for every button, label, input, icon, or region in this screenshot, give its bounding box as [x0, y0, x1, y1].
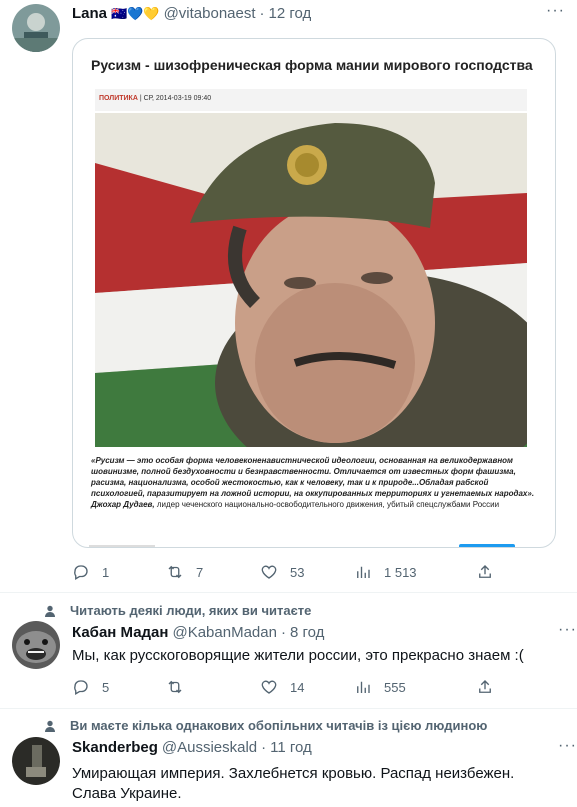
name-flags: 🇦🇺💙💛 — [111, 5, 160, 21]
retweet-button[interactable]: 7 — [166, 563, 260, 581]
timestamp[interactable]: 12 год — [269, 5, 312, 22]
article-category: ПОЛИТИКА — [99, 95, 138, 102]
reply-button[interactable]: 5 — [72, 678, 166, 696]
avatar-skanderbeg[interactable] — [12, 737, 60, 785]
tweet-header: Lana 🇦🇺💙💛 @vitabonaest · 12 год — [72, 5, 311, 22]
tweet-image[interactable]: Русизм - шизофреническая форма мании мир… — [72, 38, 556, 548]
share-button[interactable] — [476, 563, 494, 581]
views-button[interactable]: 555 — [354, 678, 476, 696]
retweet-icon — [168, 680, 182, 694]
tweet-skanderbeg[interactable]: Ви маєте кілька однакових обопільних чит… — [0, 709, 577, 807]
social-context: Ви маєте кілька однакових обопільних чит… — [44, 718, 487, 733]
reply-icon — [74, 565, 88, 580]
separator-dot: · — [280, 624, 286, 641]
share-icon — [479, 565, 491, 578]
share-icon — [479, 680, 491, 693]
display-name[interactable]: Lana — [72, 5, 107, 22]
username-handle[interactable]: @vitabonaest — [164, 5, 256, 22]
person-icon — [45, 605, 55, 617]
tweet-kaban[interactable]: Читають деякі люди, яких ви читаєте Каба… — [0, 593, 577, 708]
avatar-lana[interactable] — [12, 4, 60, 52]
tweet-text: Умирающая империя. Захлебнется кровью. Р… — [72, 765, 515, 802]
reply-button[interactable]: 1 — [72, 563, 166, 581]
quote-author-desc: лидер чеченского национально-освободител… — [156, 500, 500, 509]
analytics-icon — [357, 566, 370, 578]
social-context: Читають деякі люди, яких ви читаєте — [44, 603, 311, 618]
more-options-icon[interactable]: ··· — [546, 2, 565, 20]
more-options-icon[interactable]: ··· — [558, 737, 577, 755]
like-button[interactable]: 14 — [260, 678, 354, 696]
article-footer-button — [459, 544, 515, 547]
article-date: | СР, 2014-03-19 09:40 — [139, 95, 212, 102]
tweet-actions: 5 14 555 — [72, 678, 494, 696]
separator-dot: · — [259, 5, 265, 22]
views-count: 1 513 — [384, 564, 417, 580]
social-context-text: Ви маєте кілька однакових обопільних чит… — [70, 718, 488, 733]
analytics-icon — [357, 681, 370, 693]
article-meta: ПОЛИТИКА | СР, 2014-03-19 09:40 — [95, 89, 527, 111]
tweet-header: Skanderbeg @Aussieskald · 11 год — [72, 739, 312, 756]
username-handle[interactable]: @KabanMadan — [172, 624, 276, 641]
article-title: Русизм - шизофреническая форма мании мир… — [91, 57, 533, 73]
heart-icon — [261, 565, 277, 579]
display-name[interactable]: Кабан Мадан — [72, 624, 168, 641]
person-icon — [45, 720, 55, 732]
social-context-text: Читають деякі люди, яких ви читаєте — [70, 603, 312, 618]
timestamp[interactable]: 8 год — [290, 624, 324, 641]
tweet-actions: 1 7 53 1 513 — [72, 563, 494, 581]
article-photo — [95, 113, 527, 447]
retweet-icon — [168, 565, 182, 579]
views-button[interactable]: 1 513 — [354, 563, 476, 581]
retweet-count: 7 — [196, 564, 204, 580]
avatar-kaban[interactable] — [12, 621, 60, 669]
like-count: 14 — [290, 679, 305, 695]
quote-text: «Русизм — это особая форма человеконенав… — [91, 456, 535, 498]
timestamp[interactable]: 11 год — [270, 739, 312, 756]
like-count: 53 — [290, 564, 305, 580]
separator-dot: · — [261, 739, 267, 756]
quote-author: Джохар Дудаев, — [91, 500, 155, 509]
tweet-header: Кабан Мадан @KabanMadan · 8 год — [72, 624, 324, 641]
views-count: 555 — [384, 679, 406, 695]
display-name[interactable]: Skanderbeg — [72, 739, 158, 756]
tweet-text: Мы, как русскоговорящие жители россии, э… — [72, 647, 524, 664]
article-footer-bar — [89, 545, 155, 547]
share-button[interactable] — [476, 678, 494, 696]
tweet-lana[interactable]: Lana 🇦🇺💙💛 @vitabonaest · 12 год ··· Руси… — [0, 0, 577, 592]
portrait-illustration — [95, 113, 527, 447]
like-button[interactable]: 53 — [260, 563, 354, 581]
more-options-icon[interactable]: ··· — [558, 621, 577, 639]
article-quote: «Русизм — это особая форма человеконенав… — [91, 455, 535, 510]
reply-count: 5 — [102, 679, 110, 695]
reply-count: 1 — [102, 564, 110, 580]
retweet-button[interactable] — [166, 678, 260, 696]
heart-icon — [261, 680, 277, 694]
reply-icon — [74, 680, 88, 695]
username-handle[interactable]: @Aussieskald — [162, 739, 257, 756]
